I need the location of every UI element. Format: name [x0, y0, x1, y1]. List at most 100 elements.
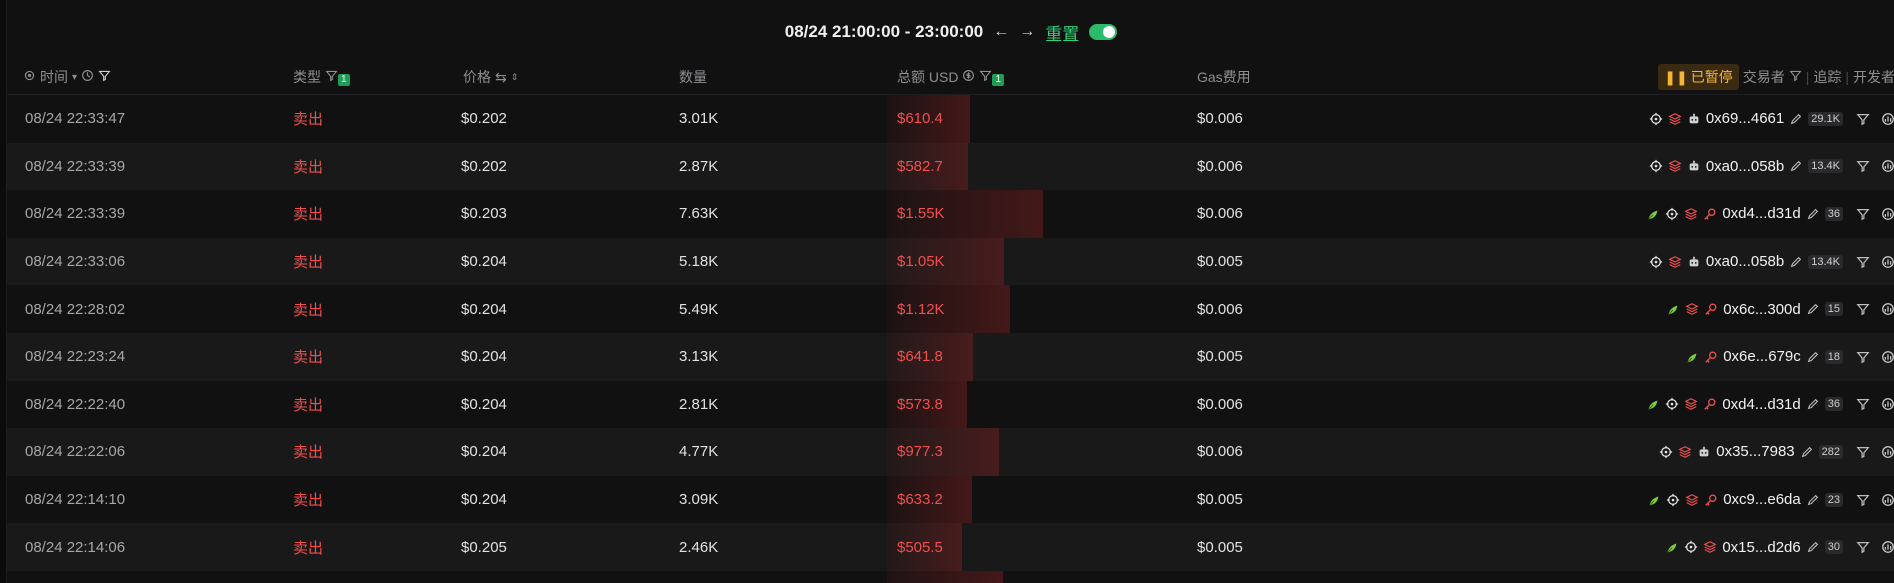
trader-address-link[interactable]: 0xa0...058b [1706, 158, 1784, 175]
table-row[interactable]: 08/24 22:22:40 卖出 $0.204 2.81K $573.8 $0… [7, 380, 1894, 429]
arrow-left-icon[interactable]: ← [993, 23, 1009, 41]
chart-icon[interactable] [1881, 493, 1894, 507]
trader-cell: 0x6c...300d 15 [1666, 285, 1894, 333]
divider: | [1845, 69, 1849, 85]
key-icon [1704, 493, 1718, 507]
reset-button[interactable]: 重置 [1045, 20, 1079, 45]
table-row[interactable]: 08/24 22:33:39 卖出 $0.202 2.87K $582.7 $0… [7, 142, 1894, 191]
header-gas-label: Gas费用 [1197, 69, 1251, 85]
header-total: 总额 USD 1 [897, 60, 1005, 94]
key-icon [1703, 207, 1717, 221]
trade-type: 卖出 [293, 206, 324, 224]
sort-icon[interactable]: ▾ [72, 72, 77, 83]
edit-icon[interactable] [1789, 159, 1803, 173]
table-row[interactable]: 08/24 22:14:06 卖出 $0.205 2.46K $505.5 $0… [7, 523, 1894, 571]
settings-icon[interactable] [23, 69, 36, 85]
trader-cell: 0x15...d2d6 30 [1665, 523, 1894, 571]
edit-icon[interactable] [1806, 302, 1820, 316]
header-dev-label: 开发者 [1853, 69, 1894, 85]
currency-icon[interactable] [962, 69, 975, 85]
chart-icon[interactable] [1881, 207, 1894, 221]
trader-cell: 0xa0...058b 13.4K [1649, 238, 1894, 286]
filter-icon[interactable] [1856, 445, 1870, 459]
target-icon [1649, 112, 1663, 126]
chart-icon[interactable] [1881, 397, 1894, 411]
swap-icon[interactable]: ⇆ [495, 69, 507, 86]
edit-icon[interactable] [1789, 112, 1803, 126]
time-range-label: 08/24 21:00:00 - 23:00:00 [784, 22, 984, 41]
filter-icon[interactable] [1856, 159, 1870, 173]
table-row[interactable]: 08/24 22:33:06 卖出 $0.204 5.18K $1.05K $0… [7, 237, 1894, 286]
trade-total: $505.5 [897, 538, 943, 556]
trade-qty: 2.46K [679, 538, 719, 556]
arrow-right-icon[interactable]: → [1019, 23, 1035, 41]
filter-icon[interactable] [1856, 350, 1870, 364]
table-row[interactable]: 08/24 22:23:24 卖出 $0.204 3.13K $641.8 $0… [7, 333, 1894, 381]
key-icon [1704, 350, 1718, 364]
chart-icon[interactable] [1881, 112, 1894, 126]
header-price: 价格 ⇆ ⇕ [463, 60, 518, 94]
chart-icon[interactable] [1881, 302, 1894, 316]
bot-icon [1687, 159, 1701, 173]
trade-price: $0.204 [461, 300, 507, 318]
filter-icon[interactable] [1856, 255, 1870, 269]
layers-icon [1668, 159, 1682, 173]
trader-address-link[interactable]: 0xd4...d31d [1722, 205, 1800, 222]
table-row[interactable]: 08/24 22:33:47 卖出 $0.202 3.01K $610.4 $0… [7, 95, 1894, 143]
table-row[interactable]: 08/24 22:14:10 卖出 $0.204 3.09K $633.2 $0… [7, 475, 1894, 524]
trade-qty: 2.81K [679, 395, 719, 413]
edit-icon[interactable] [1806, 397, 1820, 411]
filter-icon[interactable] [1856, 493, 1870, 507]
edit-icon[interactable] [1789, 255, 1803, 269]
filter-icon[interactable] [1856, 540, 1870, 554]
header-qty: 数量 [679, 60, 707, 94]
auto-refresh-toggle[interactable] [1089, 24, 1118, 40]
layers-icon [1684, 397, 1698, 411]
trade-type: 卖出 [293, 158, 324, 176]
table-row[interactable]: 08/24 22:33:39 卖出 $0.203 7.63K $1.55K $0… [7, 190, 1894, 238]
trade-price: $0.205 [461, 538, 507, 556]
trader-address-link[interactable]: 0x6c...300d [1723, 301, 1801, 318]
trade-qty: 5.18K [679, 253, 719, 271]
table-header: 时间 ▾ 类型 1 价格 ⇆ ⇕ 数量 总额 USD 1 Gas费用 ❚❚ 已暂… [7, 60, 1894, 95]
filter-icon[interactable] [325, 69, 338, 85]
trader-address-link[interactable]: 0x35...7983 [1716, 443, 1794, 460]
filter-icon[interactable] [979, 69, 993, 85]
edit-icon[interactable] [1806, 350, 1820, 364]
trader-address-link[interactable]: 0x15...d2d6 [1722, 539, 1800, 556]
header-time-label[interactable]: 时间 [40, 67, 68, 87]
chart-icon[interactable] [1881, 159, 1894, 173]
paused-label: 已暂停 [1690, 69, 1733, 85]
divider: | [1805, 69, 1810, 85]
chart-icon[interactable] [1881, 445, 1894, 459]
layers-icon [1685, 493, 1699, 507]
edit-icon[interactable] [1806, 493, 1820, 507]
table-row[interactable]: 08/24 22:28:02 卖出 $0.204 5.49K $1.12K $0… [7, 285, 1894, 333]
edit-icon[interactable] [1806, 540, 1820, 554]
filter-icon[interactable] [1789, 69, 1802, 85]
trader-address-link[interactable]: 0x6e...679c [1723, 348, 1801, 365]
filter-icon[interactable] [1856, 397, 1870, 411]
trade-qty: 3.13K [679, 348, 719, 366]
trader-address-link[interactable]: 0x69...4661 [1706, 110, 1784, 127]
filter-icon[interactable] [98, 69, 111, 85]
filter-icon[interactable] [1856, 112, 1870, 126]
sort-icon[interactable]: ⇕ [511, 72, 519, 83]
clock-icon[interactable] [81, 69, 94, 85]
chart-icon[interactable] [1881, 255, 1894, 269]
filter-icon[interactable] [1856, 207, 1870, 221]
trader-address-link[interactable]: 0xc9...e6da [1723, 491, 1801, 508]
trader-address-link[interactable]: 0xd4...d31d [1722, 396, 1800, 413]
chart-icon[interactable] [1881, 350, 1894, 364]
table-row[interactable]: 08/24 22:22:06 卖出 $0.204 4.77K $977.3 $0… [7, 428, 1894, 476]
layers-icon [1703, 540, 1717, 554]
edit-icon[interactable] [1806, 207, 1820, 221]
filter-icon[interactable] [1856, 302, 1870, 316]
chart-icon[interactable] [1881, 540, 1894, 554]
edit-icon[interactable] [1800, 445, 1814, 459]
trade-price: $0.204 [461, 253, 507, 271]
trade-type: 卖出 [293, 301, 324, 319]
trader-address-link[interactable]: 0xa0...058b [1706, 253, 1784, 270]
total-filter-count-badge: 1 [992, 74, 1005, 86]
paused-button[interactable]: ❚❚ 已暂停 [1658, 64, 1739, 90]
